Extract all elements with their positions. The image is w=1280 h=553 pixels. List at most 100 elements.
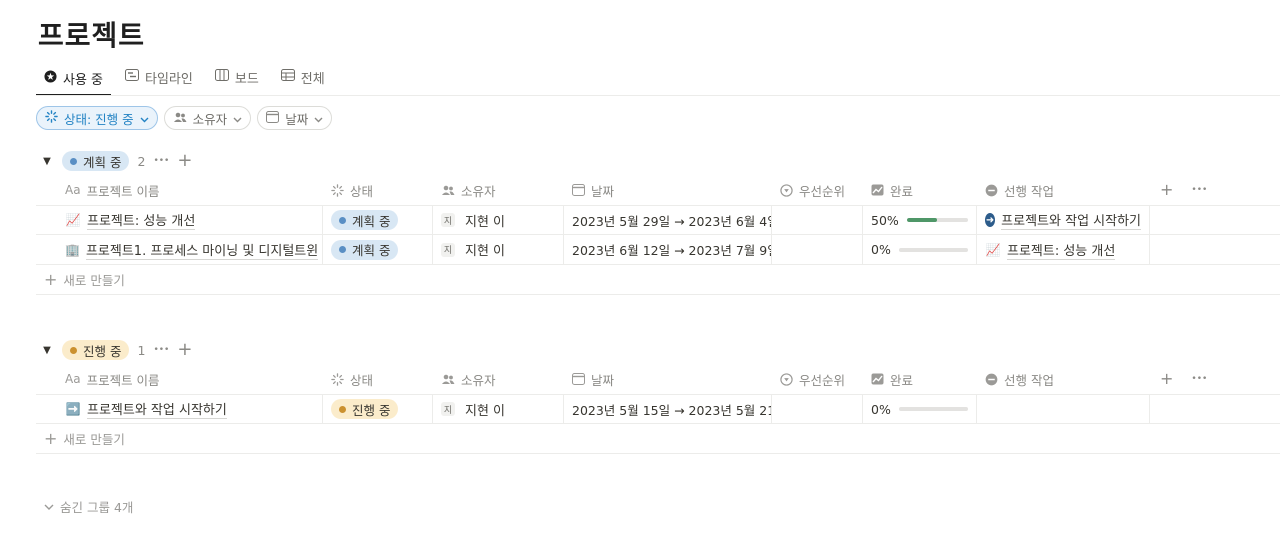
row-spacer [36,235,59,264]
new-row-label: 새로 만들기 [63,432,125,447]
completion-cell[interactable]: 50% [863,206,977,234]
project-emoji-icon: ➡️ [65,402,81,416]
more-icon[interactable]: ••• [153,156,169,166]
column-label: 소유자 [461,372,496,388]
new-row-label: 새로 만들기 [63,273,125,288]
owner-name: 지현 이 [465,214,506,230]
group-status-pill: 계획 중 [62,151,130,171]
table-header-row: Aa 프로젝트 이름 상태 소유자 날짜 우선순위 완료 선행 작업 + ••• [36,175,1280,205]
priority-cell[interactable] [772,395,863,423]
progress-fill [906,218,938,222]
table-header-row: Aa 프로젝트 이름 상태 소유자 날짜 우선순위 완료 선행 작업 + ••• [36,364,1280,394]
column-header-predecessor[interactable]: 선행 작업 [977,364,1150,394]
tab-timeline[interactable]: 타임라인 [117,62,201,92]
more-icon[interactable]: ••• [1191,185,1207,195]
column-label: 선행 작업 [1004,183,1054,199]
collapse-caret-icon[interactable]: ▼ [40,345,54,356]
avatar: 지 [441,402,455,416]
group-label: 진행 중 [83,343,122,359]
column-header-owner[interactable]: 소유자 [433,364,564,394]
column-header-date[interactable]: 날짜 [564,175,772,205]
completion-text: 50% [871,212,899,228]
column-header-status[interactable]: 상태 [323,364,433,394]
chevron-down-icon [140,111,149,126]
date-cell[interactable]: 2023년 5월 29일 → 2023년 6월 4일 [564,206,772,234]
group-count: 2 [137,153,146,169]
column-header-name[interactable]: Aa 프로젝트 이름 [59,175,323,205]
owner-cell[interactable]: 지 지현 이 [433,395,564,423]
predecessor-link[interactable]: 프로젝트와 작업 시작하기 [1001,210,1141,230]
priority-cell[interactable] [772,206,863,234]
status-cell[interactable]: 계획 중 [323,206,433,234]
column-header-owner[interactable]: 소유자 [433,175,564,205]
project-name-cell[interactable]: 📈 프로젝트: 성능 개선 [59,206,323,234]
more-icon[interactable]: ••• [1191,374,1207,384]
table-row[interactable]: 🏢 프로젝트1. 프로세스 마이닝 및 디지털트윈 계획 중 지 지현 이 2023년 6… [36,235,1280,265]
status-label: 계획 중 [352,243,391,258]
predecessor-cell[interactable] [977,395,1150,423]
row-tail [1150,235,1280,264]
date-cell[interactable]: 2023년 6월 12일 → 2023년 7월 9일 [564,235,772,264]
group-status-pill: 진행 중 [62,340,130,360]
group-section: ▼ 계획 중 2 ••• + Aa 프로젝트 이름 상태 소유자 날짜 우선순위 완료 선행 작업 + ••… [36,150,1280,295]
more-icon[interactable]: ••• [153,345,169,355]
column-label: 상태 [350,183,374,199]
column-header-date[interactable]: 날짜 [564,364,772,394]
completion-text: 0% [871,401,891,417]
completion-cell[interactable]: 0% [863,395,977,423]
header-spacer [36,364,59,394]
predecessor-cell[interactable]: ➜ 프로젝트와 작업 시작하기 [977,206,1150,234]
date-cell[interactable]: 2023년 5월 15일 → 2023년 5월 21일 [564,395,772,423]
people-icon [173,111,187,126]
hidden-groups-toggle[interactable]: 숨긴 그룹 4개 [44,497,133,516]
column-header-priority[interactable]: 우선순위 [772,364,863,394]
new-row-button[interactable]: + 새로 만들기 [36,265,1280,295]
filter-date[interactable]: 날짜 [257,106,333,130]
group-table: Aa 프로젝트 이름 상태 소유자 날짜 우선순위 완료 선행 작업 + ••• ➡️ 프로젝트와 작… [36,364,1280,454]
status-pill: 계획 중 [331,239,399,260]
column-header-completion[interactable]: 완료 [863,364,977,394]
table-row[interactable]: ➡️ 프로젝트와 작업 시작하기 진행 중 지 지현 이 2023년 5월 15일 → 2… [36,394,1280,424]
column-label: 날짜 [591,372,615,388]
plus-icon[interactable]: + [177,152,192,170]
owner-name: 지현 이 [465,403,506,419]
group-table: Aa 프로젝트 이름 상태 소유자 날짜 우선순위 완료 선행 작업 + ••• 📈 프로젝트: 성능… [36,175,1280,295]
tab-active[interactable]: 사용 중 [36,62,112,96]
column-header-completion[interactable]: 완료 [863,175,977,205]
column-label: 완료 [890,183,914,199]
tabs-divider [36,95,1280,96]
project-name[interactable]: 프로젝트1. 프로세스 마이닝 및 디지털트윈 [85,240,319,260]
column-header-priority[interactable]: 우선순위 [772,175,863,205]
column-header-predecessor[interactable]: 선행 작업 [977,175,1150,205]
status-cell[interactable]: 계획 중 [323,235,433,264]
project-name-cell[interactable]: 🏢 프로젝트1. 프로세스 마이닝 및 디지털트윈 [59,235,323,264]
table-row[interactable]: 📈 프로젝트: 성능 개선 계획 중 지 지현 이 2023년 5월 29일 → 2023… [36,205,1280,235]
column-header-name[interactable]: Aa 프로젝트 이름 [59,364,323,394]
predecessor-link[interactable]: 프로젝트: 성능 개선 [1007,240,1116,260]
tab-all[interactable]: 전체 [273,62,333,92]
plus-icon[interactable]: + [177,341,192,359]
add-property-icon[interactable]: + [1160,182,1173,198]
predecessor-cell[interactable]: 📈 프로젝트: 성능 개선 [977,235,1150,264]
priority-cell[interactable] [772,235,863,264]
project-name-cell[interactable]: ➡️ 프로젝트와 작업 시작하기 [59,395,323,423]
new-row-button[interactable]: + 새로 만들기 [36,424,1280,454]
header-spacer [36,175,59,205]
owner-cell[interactable]: 지 지현 이 [433,235,564,264]
completion-cell[interactable]: 0% [863,235,977,264]
owner-cell[interactable]: 지 지현 이 [433,206,564,234]
tab-board[interactable]: 보드 [207,62,267,92]
row-spacer [36,395,59,423]
tab-label: 타임라인 [145,71,193,87]
filter-owner[interactable]: 소유자 [163,106,252,130]
filter-status[interactable]: 상태: 진행 중 [36,106,158,130]
status-cell[interactable]: 진행 중 [323,395,433,423]
project-name[interactable]: 프로젝트: 성능 개선 [87,210,196,230]
table-icon [280,69,295,85]
status-icon [45,110,58,126]
column-header-status[interactable]: 상태 [323,175,433,205]
tab-label: 사용 중 [63,72,104,88]
project-name[interactable]: 프로젝트와 작업 시작하기 [87,399,227,419]
add-property-icon[interactable]: + [1160,371,1173,387]
collapse-caret-icon[interactable]: ▼ [40,156,54,167]
